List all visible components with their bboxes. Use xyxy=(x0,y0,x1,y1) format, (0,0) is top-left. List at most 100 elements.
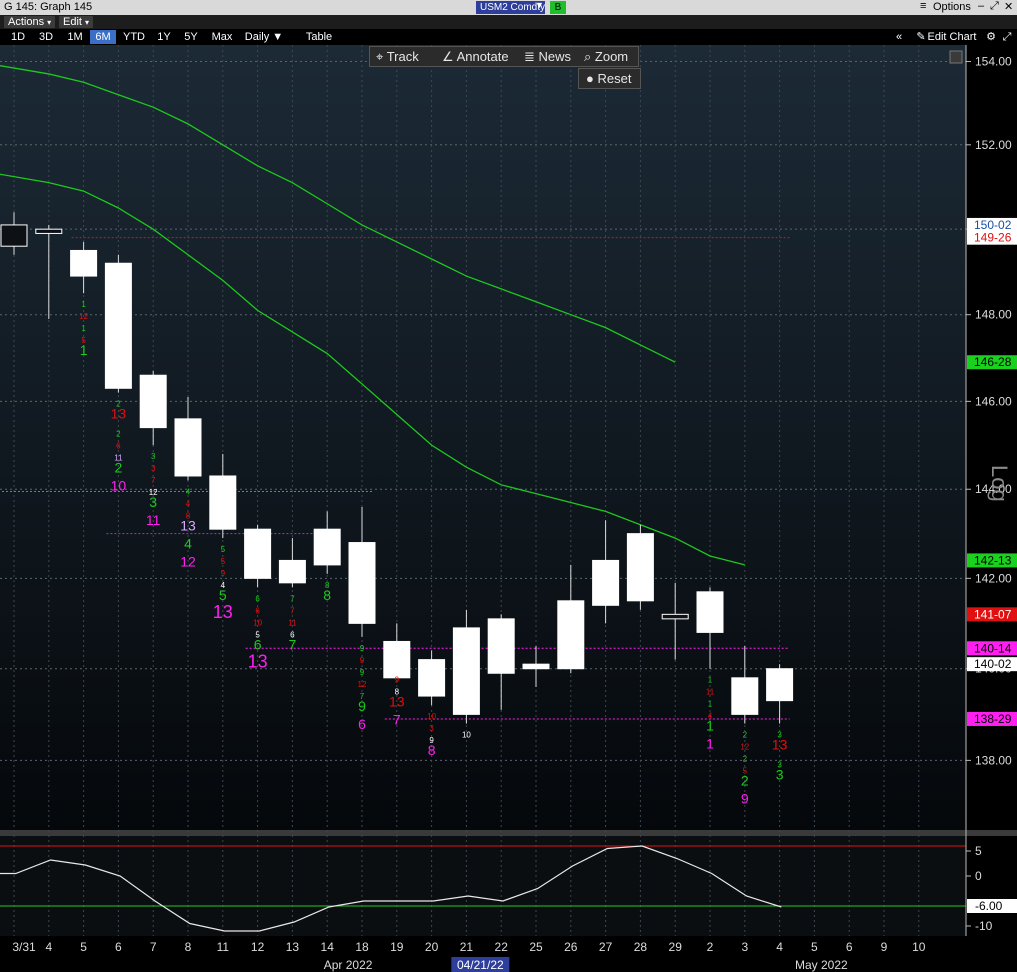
candle-body[interactable] xyxy=(35,228,63,234)
track-label: Track xyxy=(386,49,419,64)
candle-body[interactable] xyxy=(174,418,202,477)
candle-body[interactable] xyxy=(766,668,794,702)
price-tag-label: 146-28 xyxy=(974,355,1012,369)
range-1y[interactable]: 1Y xyxy=(152,30,176,44)
candle-body[interactable] xyxy=(626,533,654,602)
reset-button[interactable]: ● Reset xyxy=(578,68,641,89)
range-3d[interactable]: 3D xyxy=(34,30,58,44)
range-1d[interactable]: 1D xyxy=(6,30,30,44)
candle-body[interactable] xyxy=(0,224,28,247)
candle-body[interactable] xyxy=(348,542,376,624)
td-count-label: 3 xyxy=(151,452,156,461)
candle-body[interactable] xyxy=(139,374,167,429)
range-ytd[interactable]: YTD xyxy=(119,30,149,44)
candle-body[interactable] xyxy=(592,559,620,606)
close-icon[interactable]: ✕ xyxy=(1004,0,1013,13)
candle-body[interactable] xyxy=(418,659,446,697)
td-count-label: 9 xyxy=(360,644,365,653)
td-count-label: 4 xyxy=(186,499,191,508)
td-count-label: 5 xyxy=(219,587,227,603)
x-tick-label: 4 xyxy=(45,940,52,954)
td-count-label: 1 xyxy=(708,700,713,709)
price-tag-label: 140-14 xyxy=(974,641,1012,655)
candle-body[interactable] xyxy=(70,249,98,277)
td-count-label: 11 xyxy=(288,618,297,627)
expand-icon[interactable]: ⤢ xyxy=(1000,30,1014,44)
td-count-label: 1 xyxy=(80,342,88,358)
ticker-dropdown-icon[interactable]: ▼ xyxy=(535,0,544,10)
x-tick-label: 7 xyxy=(150,940,157,954)
candle-body[interactable] xyxy=(522,663,550,670)
news-button[interactable]: ≣ News xyxy=(524,48,571,66)
td-count-label: 1 xyxy=(706,718,714,734)
x-tick-label: 20 xyxy=(425,940,439,954)
title-bar: G 145: Graph 145 USM2 Comdty ▼ B ≡ Optio… xyxy=(0,0,1017,15)
y-tick-label: 146.00 xyxy=(975,394,1012,408)
minimize-icon[interactable]: – xyxy=(978,0,984,12)
candle-body[interactable] xyxy=(557,600,585,670)
candle-body[interactable] xyxy=(278,559,306,584)
td-count-label: 10 xyxy=(462,731,471,740)
candle-body[interactable] xyxy=(104,262,132,389)
scroll-button[interactable] xyxy=(949,50,963,64)
td-count-label: 9 xyxy=(395,676,400,685)
options-menu-icon[interactable]: ≡ xyxy=(920,0,926,12)
x-tick-label: 26 xyxy=(564,940,578,954)
td-count-label: 13 xyxy=(248,651,268,671)
price-tag-label: 141-07 xyxy=(974,607,1012,621)
oscillator-tick-label: 5 xyxy=(975,844,982,858)
oscillator-value-label: -6.00 xyxy=(975,899,1003,913)
collapse-icon[interactable]: « xyxy=(890,30,908,44)
td-count-label: 7 xyxy=(290,606,295,615)
candle-body[interactable] xyxy=(661,613,689,620)
candle-body[interactable] xyxy=(244,528,272,579)
x-tick-label: 6 xyxy=(846,940,853,954)
candle-body[interactable] xyxy=(313,528,341,566)
magnifier-icon: ⌕ xyxy=(584,49,592,64)
range-5y[interactable]: 5Y xyxy=(179,30,203,44)
candle-body[interactable] xyxy=(731,677,759,715)
frequency-select[interactable]: Daily ▼ xyxy=(240,30,288,44)
maximize-icon[interactable]: ⤢ xyxy=(990,0,999,13)
actions-menu[interactable]: Actions ▾ xyxy=(4,16,56,28)
td-count-label: 11 xyxy=(706,688,715,697)
td-count-label: 7 xyxy=(290,594,295,603)
edit-menu[interactable]: Edit ▾ xyxy=(59,16,94,28)
td-count-label: 10 xyxy=(427,712,436,721)
ticker-badge[interactable]: B xyxy=(550,1,566,14)
x-tick-label: 5 xyxy=(80,940,87,954)
td-count-label: 9 xyxy=(741,791,749,807)
td-count-label: 7 xyxy=(289,636,297,652)
annotate-label: Annotate xyxy=(456,49,509,64)
edit-chart-button[interactable]: Edit Chart xyxy=(926,30,978,44)
annotate-button[interactable]: ∠ Annotate xyxy=(442,48,509,66)
news-icon: ≣ xyxy=(524,49,535,64)
zoom-button[interactable]: ⌕ Zoom xyxy=(584,48,628,66)
candle-body[interactable] xyxy=(452,627,480,715)
td-count-label: 4 xyxy=(186,487,191,496)
reset-label: Reset xyxy=(597,71,632,86)
td-count-label: 12 xyxy=(358,680,367,689)
edit-label: Edit xyxy=(63,16,82,28)
range-max[interactable]: Max xyxy=(207,30,237,44)
y-tick-label: 154.00 xyxy=(975,55,1012,69)
candle-body[interactable] xyxy=(487,618,515,674)
track-button[interactable]: ⌖ Track xyxy=(376,48,419,66)
td-count-label: 9 xyxy=(360,656,365,665)
x-tick-label: 9 xyxy=(881,940,888,954)
candle-body[interactable] xyxy=(209,475,237,530)
panel-divider[interactable] xyxy=(0,830,1017,836)
price-chart[interactable]: 1121512132611210337123114481341255945136… xyxy=(0,45,1017,972)
td-count-label: 7 xyxy=(393,712,401,728)
x-tick-label: 18 xyxy=(355,940,369,954)
table-button[interactable]: Table xyxy=(298,30,340,44)
x-tick-label: 13 xyxy=(286,940,300,954)
candle-body[interactable] xyxy=(696,591,724,633)
td-count-label: 12 xyxy=(740,743,749,752)
range-1m[interactable]: 1M xyxy=(62,30,88,44)
chart-settings-icon[interactable]: ⚙ xyxy=(984,30,998,44)
td-count-label: 6 xyxy=(255,606,260,615)
range-6m[interactable]: 6M xyxy=(90,30,116,44)
candle-body[interactable] xyxy=(383,640,411,679)
options-button[interactable]: Options xyxy=(933,1,971,13)
